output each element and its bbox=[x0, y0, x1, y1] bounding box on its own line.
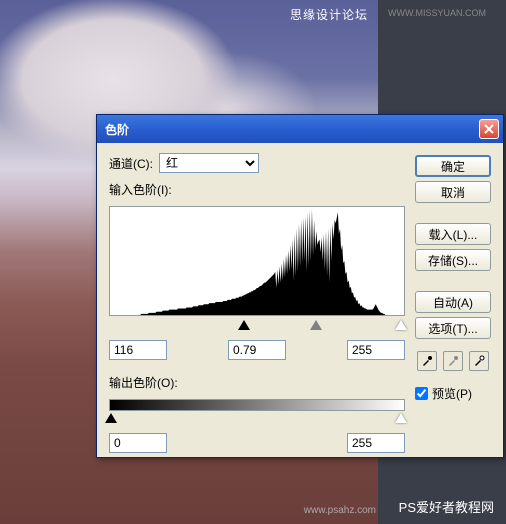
watermark-top-cn: 思缘设计论坛 bbox=[290, 6, 368, 23]
input-levels-label: 输入色阶(I): bbox=[109, 181, 172, 198]
preview-checkbox[interactable] bbox=[415, 387, 428, 400]
output-levels-label: 输出色阶(O): bbox=[109, 374, 178, 391]
output-white-slider[interactable] bbox=[395, 413, 407, 423]
gamma-slider[interactable] bbox=[310, 320, 322, 330]
channel-label: 通道(C): bbox=[109, 155, 153, 172]
output-slider-track[interactable] bbox=[109, 413, 405, 427]
input-high-field[interactable] bbox=[347, 340, 405, 360]
input-low-field[interactable] bbox=[109, 340, 167, 360]
gray-eyedropper-icon[interactable] bbox=[443, 351, 463, 371]
dialog-title: 色阶 bbox=[105, 121, 479, 138]
load-button[interactable]: 载入(L)... bbox=[415, 223, 491, 245]
white-point-slider[interactable] bbox=[395, 320, 407, 330]
channel-select[interactable]: 红 bbox=[159, 153, 259, 173]
black-eyedropper-icon[interactable] bbox=[417, 351, 437, 371]
options-button[interactable]: 选项(T)... bbox=[415, 317, 491, 339]
watermark-top-url: WWW.MISSYUAN.COM bbox=[388, 8, 486, 18]
white-eyedropper-icon[interactable] bbox=[469, 351, 489, 371]
close-button[interactable] bbox=[479, 119, 499, 139]
preview-checkbox-row[interactable]: 预览(P) bbox=[415, 385, 491, 402]
auto-button[interactable]: 自动(A) bbox=[415, 291, 491, 313]
titlebar[interactable]: 色阶 bbox=[97, 115, 503, 143]
output-black-slider[interactable] bbox=[105, 413, 117, 423]
input-gamma-field[interactable] bbox=[228, 340, 286, 360]
ok-button[interactable]: 确定 bbox=[415, 155, 491, 177]
black-point-slider[interactable] bbox=[238, 320, 250, 330]
histogram-chart bbox=[110, 207, 386, 315]
watermark-bottom-cn: PS爱好者教程网 bbox=[399, 497, 494, 516]
output-low-field[interactable] bbox=[109, 433, 167, 453]
input-slider-track[interactable] bbox=[109, 320, 405, 334]
histogram-box bbox=[109, 206, 405, 316]
save-button[interactable]: 存储(S)... bbox=[415, 249, 491, 271]
cancel-button[interactable]: 取消 bbox=[415, 181, 491, 203]
preview-label: 预览(P) bbox=[432, 385, 472, 402]
levels-dialog: 色阶 通道(C): 红 输入色阶(I): bbox=[96, 114, 504, 458]
output-high-field[interactable] bbox=[347, 433, 405, 453]
watermark-bottom-url: www.psahz.com bbox=[304, 505, 376, 516]
output-gradient bbox=[109, 399, 405, 411]
